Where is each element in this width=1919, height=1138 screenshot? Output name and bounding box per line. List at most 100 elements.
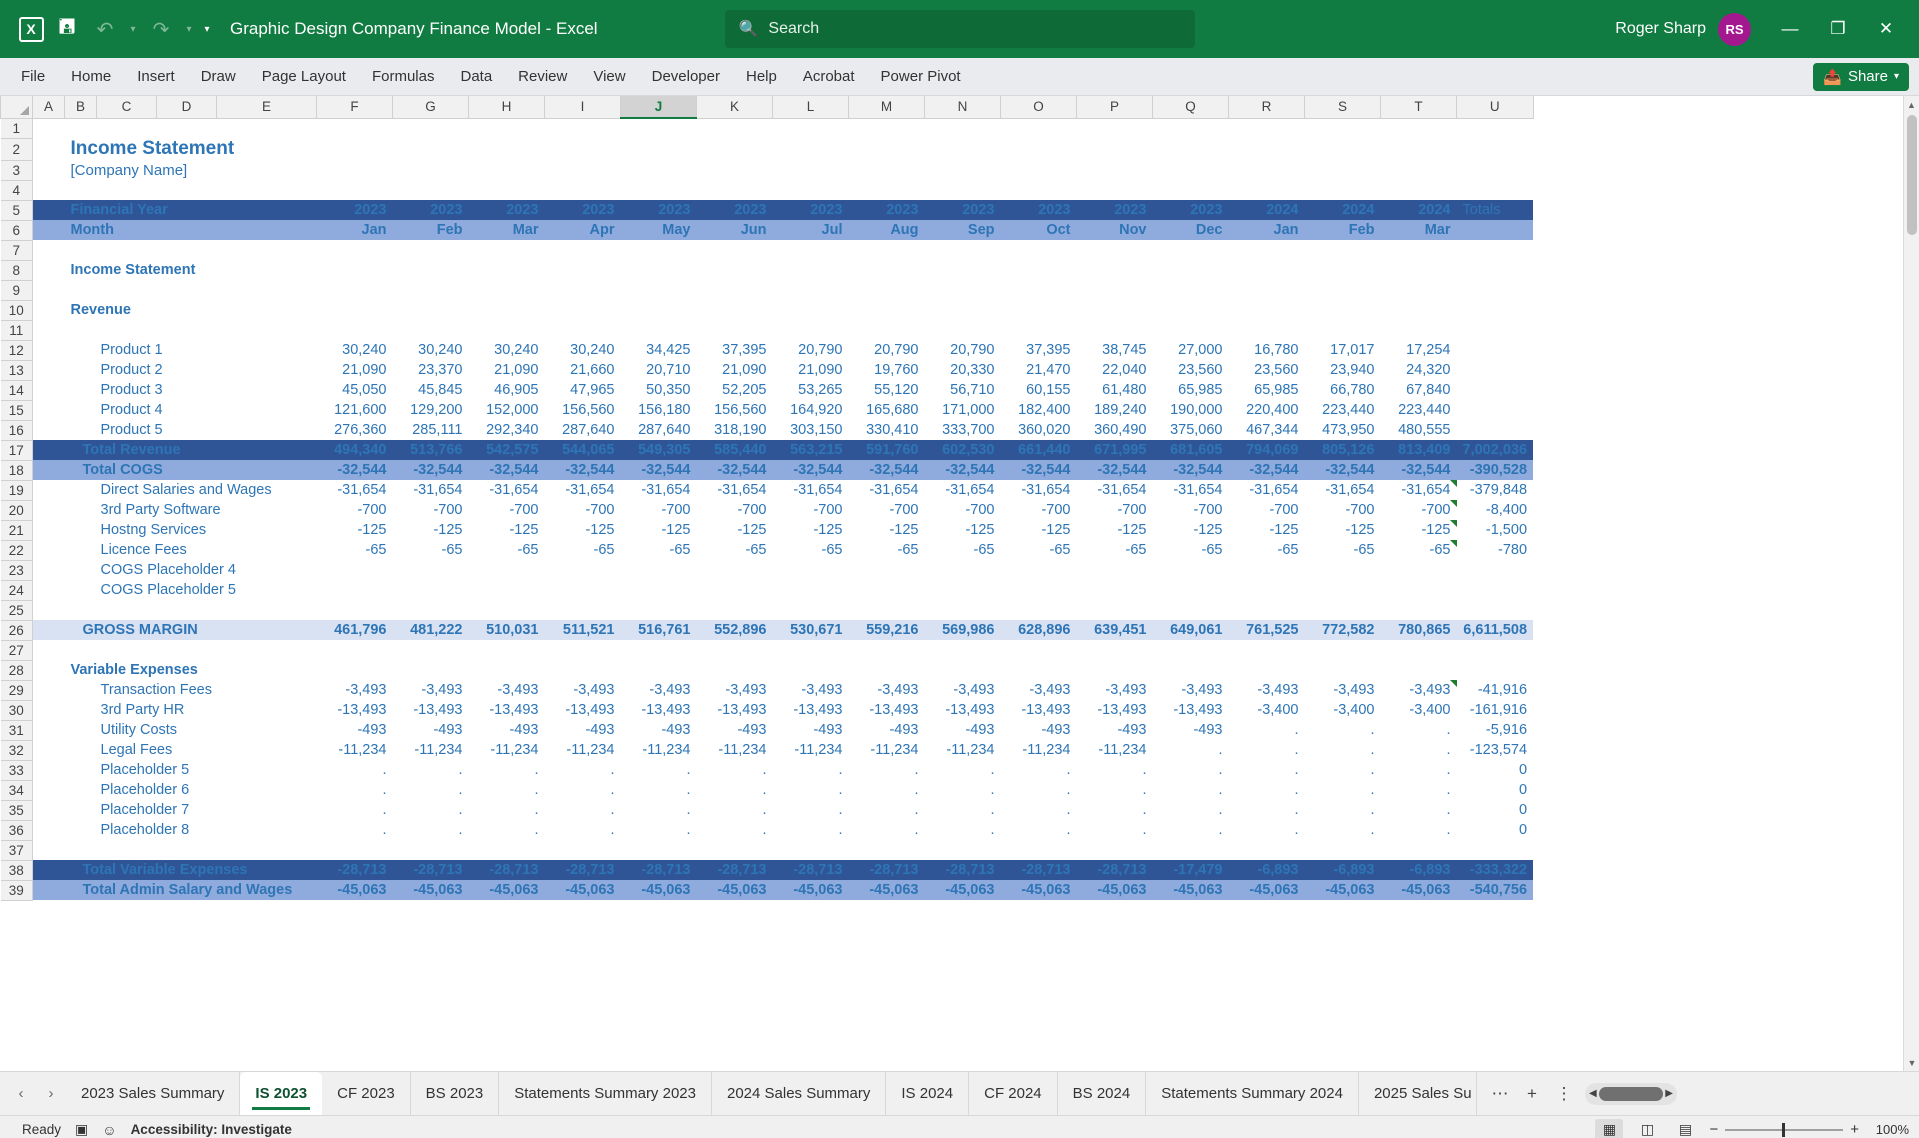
value-cell[interactable]: . bbox=[1305, 800, 1381, 820]
row-header-18[interactable]: 18 bbox=[0, 459, 33, 481]
value-cell[interactable]: -65 bbox=[1001, 540, 1077, 560]
value-cell[interactable]: . bbox=[1229, 760, 1305, 780]
cell-empty[interactable] bbox=[849, 640, 925, 660]
cell-empty[interactable] bbox=[317, 600, 393, 620]
value-cell[interactable]: 50,350 bbox=[621, 380, 697, 400]
page-title[interactable]: Income Statement bbox=[65, 138, 317, 160]
row-header-2[interactable]: 2 bbox=[0, 137, 33, 161]
value-cell[interactable]: 287,640 bbox=[545, 420, 621, 440]
cell-empty[interactable] bbox=[393, 300, 469, 320]
cell-empty[interactable] bbox=[1457, 138, 1534, 160]
value-cell[interactable] bbox=[1381, 580, 1457, 600]
cell-empty[interactable] bbox=[1229, 260, 1305, 280]
value-cell[interactable]: . bbox=[393, 760, 469, 780]
row-label[interactable]: Hostng Services bbox=[65, 520, 317, 540]
cell-empty[interactable] bbox=[1305, 160, 1381, 180]
table-row[interactable]: 9 bbox=[0, 279, 1534, 301]
table-row[interactable]: 36 Placeholder 8...............0 bbox=[0, 819, 1534, 841]
value-cell[interactable]: -13,493 bbox=[697, 700, 773, 720]
value-cell[interactable]: -125 bbox=[317, 520, 393, 540]
ribbon-tab-help[interactable]: Help bbox=[733, 58, 790, 95]
row-label[interactable]: 3rd Party HR bbox=[65, 700, 317, 720]
cell-empty[interactable] bbox=[1077, 260, 1153, 280]
cell-empty[interactable] bbox=[849, 840, 925, 860]
value-cell[interactable]: -65 bbox=[697, 540, 773, 560]
zoom-in-icon[interactable]: + bbox=[1850, 1121, 1859, 1138]
value-cell[interactable]: -13,493 bbox=[1153, 700, 1229, 720]
value-cell[interactable]: 639,451 bbox=[1076, 620, 1153, 640]
value-cell[interactable]: 65,985 bbox=[1229, 380, 1305, 400]
scroll-up-icon[interactable]: ▲ bbox=[1904, 96, 1919, 113]
total-cell[interactable]: -540,756 bbox=[1456, 880, 1534, 900]
cell-empty[interactable] bbox=[849, 660, 925, 680]
value-cell[interactable]: -13,493 bbox=[1077, 700, 1153, 720]
table-row[interactable]: 16 Product 5 276,360 285,111 292,340 287,640 2… bbox=[0, 419, 1534, 441]
cell-empty[interactable] bbox=[1305, 118, 1381, 138]
value-cell[interactable]: -28,713 bbox=[1076, 860, 1153, 880]
value-cell[interactable]: . bbox=[393, 800, 469, 820]
value-cell[interactable]: 649,061 bbox=[1152, 620, 1229, 640]
column-header-g[interactable]: G bbox=[392, 96, 469, 119]
cell-empty[interactable] bbox=[393, 240, 469, 260]
header-year-1[interactable]: 2023 bbox=[392, 200, 469, 220]
value-cell[interactable]: . bbox=[1381, 820, 1457, 840]
next-sheet-icon[interactable]: › bbox=[36, 1079, 66, 1109]
row-label[interactable]: Total Admin Salary and Wages bbox=[64, 880, 317, 900]
value-cell[interactable]: -31,654 bbox=[1153, 480, 1229, 500]
header-month-4[interactable]: May bbox=[620, 220, 697, 240]
cell-empty[interactable] bbox=[545, 118, 621, 138]
value-cell[interactable]: -28,713 bbox=[696, 860, 773, 880]
total-cell[interactable]: -5,916 bbox=[1457, 720, 1534, 740]
ribbon-tab-formulas[interactable]: Formulas bbox=[359, 58, 448, 95]
cell-empty[interactable] bbox=[925, 840, 1001, 860]
value-cell[interactable]: 473,950 bbox=[1305, 420, 1381, 440]
cell-empty[interactable] bbox=[469, 280, 545, 300]
table-row[interactable]: 8 Income Statement bbox=[0, 259, 1534, 281]
value-cell[interactable] bbox=[1229, 560, 1305, 580]
cell-empty[interactable] bbox=[1229, 640, 1305, 660]
cell-band-a[interactable] bbox=[32, 620, 65, 640]
value-cell[interactable]: 360,020 bbox=[1001, 420, 1077, 440]
cell-empty[interactable] bbox=[1229, 240, 1305, 260]
cell-empty[interactable] bbox=[1001, 160, 1077, 180]
cell-empty[interactable] bbox=[773, 260, 849, 280]
header-month-6[interactable]: Jul bbox=[772, 220, 849, 240]
cell-empty[interactable] bbox=[773, 240, 849, 260]
value-cell[interactable] bbox=[545, 560, 621, 580]
column-header-d[interactable]: D bbox=[156, 96, 217, 119]
header-financial-year-label[interactable]: Financial Year bbox=[64, 200, 317, 220]
column-header-h[interactable]: H bbox=[468, 96, 545, 119]
value-cell[interactable]: -3,493 bbox=[621, 680, 697, 700]
header-year-2[interactable]: 2023 bbox=[468, 200, 545, 220]
value-cell[interactable]: 761,525 bbox=[1228, 620, 1305, 640]
ribbon-tab-insert[interactable]: Insert bbox=[124, 58, 188, 95]
value-cell[interactable]: -31,654 bbox=[773, 480, 849, 500]
cell-empty[interactable] bbox=[697, 320, 773, 340]
value-cell[interactable]: -45,063 bbox=[468, 880, 545, 900]
table-row[interactable]: 34 Placeholder 6...............0 bbox=[0, 779, 1534, 801]
value-cell[interactable]: 287,640 bbox=[621, 420, 697, 440]
cell-empty[interactable] bbox=[621, 240, 697, 260]
value-cell[interactable]: 65,985 bbox=[1153, 380, 1229, 400]
cell-empty[interactable] bbox=[157, 118, 217, 138]
value-cell[interactable]: -13,493 bbox=[545, 700, 621, 720]
value-cell[interactable]: -493 bbox=[849, 720, 925, 740]
value-cell[interactable]: 780,865 bbox=[1380, 620, 1457, 640]
row-header-28[interactable]: 28 bbox=[0, 659, 33, 681]
cell-empty[interactable] bbox=[33, 640, 65, 660]
value-cell[interactable]: . bbox=[1305, 720, 1381, 740]
column-header-q[interactable]: Q bbox=[1152, 96, 1229, 119]
cell-empty[interactable] bbox=[1153, 138, 1229, 160]
value-cell[interactable]: 22,040 bbox=[1077, 360, 1153, 380]
value-cell[interactable]: . bbox=[925, 760, 1001, 780]
cell-empty[interactable] bbox=[393, 320, 469, 340]
cell-empty[interactable] bbox=[1153, 118, 1229, 138]
cell-empty[interactable] bbox=[469, 300, 545, 320]
value-cell[interactable]: -3,400 bbox=[1381, 700, 1457, 720]
cell-empty[interactable] bbox=[65, 600, 97, 620]
cell-empty[interactable] bbox=[1381, 160, 1457, 180]
value-cell[interactable]: . bbox=[1077, 820, 1153, 840]
cell-empty[interactable] bbox=[469, 138, 545, 160]
cell-empty[interactable] bbox=[1457, 600, 1534, 620]
close-icon[interactable]: ✕ bbox=[1863, 6, 1909, 52]
